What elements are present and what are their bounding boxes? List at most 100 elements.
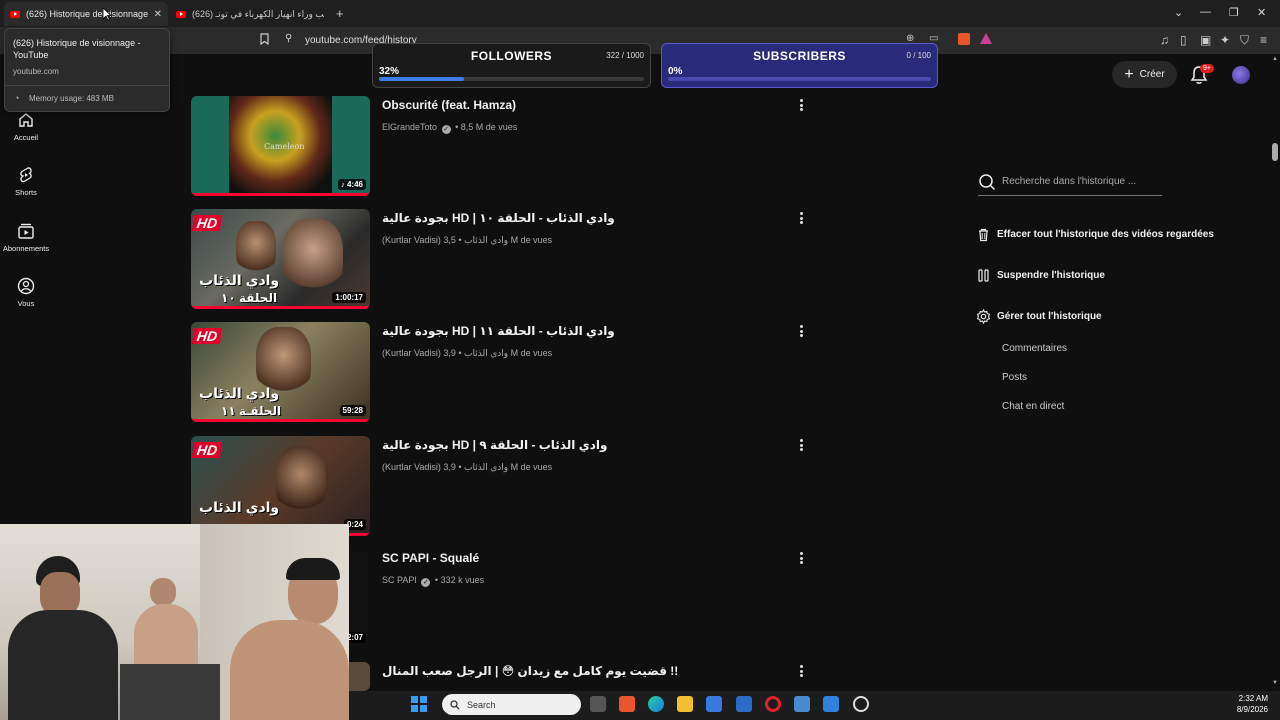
subscribers-progress-bar	[668, 77, 931, 81]
hd-badge: HD	[191, 328, 223, 344]
task-view-icon[interactable]	[590, 696, 606, 712]
channel-name[interactable]: SC PAPI	[382, 575, 417, 585]
thumbnail-arabic-title: وادي الذئاب	[199, 272, 280, 288]
video-row[interactable]: HD وادي الذئاب الحلقـة ١١ 59:28 بجودة عا…	[191, 322, 811, 422]
close-tab-icon[interactable]: ✕	[154, 9, 162, 20]
video-duration: 59:28	[339, 405, 366, 416]
thumbnail-art	[276, 446, 326, 516]
video-title[interactable]: بجودة عالية HD | وادي الذئاب - الحلقة ١٠	[382, 211, 615, 225]
bookmark-icon[interactable]	[259, 33, 270, 48]
wallet-icon[interactable]: ▣	[1200, 33, 1211, 47]
pause-history-button[interactable]: Suspendre l'historique	[976, 268, 1105, 283]
pause-history-label: Suspendre l'historique	[997, 270, 1105, 281]
obs-taskbar-icon[interactable]	[853, 696, 869, 712]
edge-taskbar-icon[interactable]	[648, 696, 664, 712]
brave-taskbar-icon[interactable]	[619, 696, 635, 712]
taskbar-search[interactable]: Search	[442, 694, 581, 715]
tab-title: (626) السبب وراء انهيار الكهرباء في تونـ	[192, 8, 324, 19]
avatar[interactable]	[1232, 66, 1250, 84]
opera-taskbar-icon[interactable]	[765, 696, 781, 712]
person-body	[8, 610, 118, 720]
webcam-overlay	[0, 524, 349, 720]
zed-taskbar-icon[interactable]	[823, 696, 839, 712]
create-button[interactable]: + Créer	[1112, 61, 1177, 88]
search-icon	[979, 174, 996, 191]
sidebar-item-label: Vous	[17, 299, 35, 308]
more-actions-button[interactable]	[797, 98, 805, 112]
video-thumbnail[interactable]: HD وادي الذئاب 0:24	[191, 436, 370, 536]
manage-history-label: Gérer tout l'historique	[997, 311, 1102, 322]
store-taskbar-icon[interactable]	[706, 696, 722, 712]
scrollbar-thumb[interactable]	[1272, 143, 1278, 161]
pause-icon	[978, 269, 989, 282]
clear-history-button[interactable]: Effacer tout l'historique des vidéos reg…	[976, 227, 1214, 242]
leo-ai-icon[interactable]: ✦	[1220, 33, 1230, 47]
mouse-cursor-icon	[103, 8, 112, 21]
windows-start-icon[interactable]	[411, 696, 427, 712]
sidebar-item-subscriptions[interactable]: Abonnements	[0, 222, 52, 253]
history-posts-link[interactable]: Posts	[1002, 372, 1027, 383]
create-label: Créer	[1139, 69, 1165, 80]
view-separator: •	[455, 122, 459, 132]
video-row[interactable]: Cameleon ♪ 4:46 Obscurité (feat. Hamza) …	[191, 96, 811, 196]
view-count: 8,5 M de vues	[460, 122, 518, 132]
mail-taskbar-icon[interactable]	[736, 696, 752, 712]
menu-icon[interactable]: ≡	[1260, 33, 1267, 47]
video-row[interactable]: HD وادي الذئاب الحلقة ١٠ 1:00:17 بجودة ع…	[191, 209, 811, 309]
history-comments-link[interactable]: Commentaires	[1002, 343, 1067, 354]
video-row[interactable]: HD وادي الذئاب 0:24 بجودة عالية HD | واد…	[191, 436, 811, 536]
video-meta: SC PAPI ✓ • 332 k vues	[382, 575, 484, 587]
person-hair	[286, 558, 340, 580]
video-title[interactable]: قضيت يوم كامل مع زيدان 😳 | الرجل صعب الم…	[382, 664, 678, 678]
close-window-button[interactable]: ✕	[1257, 6, 1266, 19]
video-title[interactable]: SC PAPI - Squalé	[382, 551, 479, 565]
thumbnail-art	[283, 219, 343, 294]
video-title[interactable]: بجودة عالية HD | وادي الذئاب - الحلقة ٩	[382, 438, 607, 452]
more-actions-button[interactable]	[797, 664, 805, 678]
brave-rewards-icon[interactable]	[980, 33, 992, 44]
site-info-icon[interactable]: ⚲	[285, 33, 292, 44]
brave-shield-icon[interactable]	[958, 33, 970, 45]
shorts-icon	[20, 167, 32, 183]
scroll-down-icon[interactable]: ▼	[1272, 680, 1278, 686]
video-thumbnail[interactable]: Cameleon ♪ 4:46	[191, 96, 370, 196]
memory-icon: ◔	[14, 93, 20, 103]
taskbar-search-label: Search	[467, 699, 496, 710]
sidebar-item-you[interactable]: Vous	[0, 277, 52, 308]
minimize-button[interactable]: —	[1200, 6, 1211, 18]
sidebar-item-home[interactable]: Accueil	[0, 111, 52, 142]
tab-history[interactable]: (626) Historique de visionnage - ✕	[4, 2, 168, 26]
sidebar-toggle-icon[interactable]: ▯	[1180, 33, 1187, 47]
watch-progress-bar	[191, 306, 370, 309]
more-actions-button[interactable]	[797, 438, 805, 452]
new-tab-button[interactable]: +	[336, 6, 344, 21]
video-title[interactable]: بجودة عالية HD | وادي الذئاب - الحلقة ١١	[382, 324, 615, 338]
app-taskbar-icon[interactable]	[794, 696, 810, 712]
tab-video[interactable]: (626) السبب وراء انهيار الكهرباء في تونـ	[170, 2, 330, 26]
clock-time: 2:32 AM	[1238, 694, 1268, 703]
more-actions-button[interactable]	[797, 211, 805, 225]
channel-name[interactable]: ElGrandeToto	[382, 122, 437, 132]
system-clock[interactable]: 2:32 AM 8/9/2026	[1228, 693, 1268, 715]
hover-card-divider	[5, 85, 169, 86]
verified-check-icon: ✓	[421, 578, 431, 587]
manage-history-button[interactable]: Gérer tout l'historique	[976, 309, 1102, 324]
view-separator: •	[455, 235, 462, 245]
media-icon[interactable]: ♫	[1160, 33, 1169, 47]
more-actions-button[interactable]	[797, 324, 805, 338]
vpn-icon[interactable]: ⛉	[1240, 33, 1249, 48]
video-thumbnail[interactable]: HD وادي الذئاب الحلقـة ١١ 59:28	[191, 322, 370, 422]
sidebar-item-shorts[interactable]: Shorts	[0, 166, 52, 197]
video-title[interactable]: Obscurité (feat. Hamza)	[382, 98, 516, 112]
video-meta: (Kurtlar Vadisi) وادي الذئاب • 3,9 M de …	[382, 462, 552, 473]
file-explorer-icon[interactable]	[677, 696, 693, 712]
tab-search-icon[interactable]: ⌄	[1174, 6, 1183, 19]
scroll-up-icon[interactable]: ▲	[1272, 56, 1278, 62]
video-thumbnail[interactable]: HD وادي الذئاب الحلقة ١٠ 1:00:17	[191, 209, 370, 309]
maximize-button[interactable]: ❐	[1229, 6, 1239, 19]
history-live-chat-link[interactable]: Chat en direct	[1002, 401, 1064, 412]
notification-badge: 9+	[1200, 64, 1214, 73]
history-search-input[interactable]: Recherche dans l'historique ...	[1002, 176, 1136, 187]
history-search[interactable]: Recherche dans l'historique ...	[978, 170, 1162, 196]
more-actions-button[interactable]	[797, 551, 805, 565]
